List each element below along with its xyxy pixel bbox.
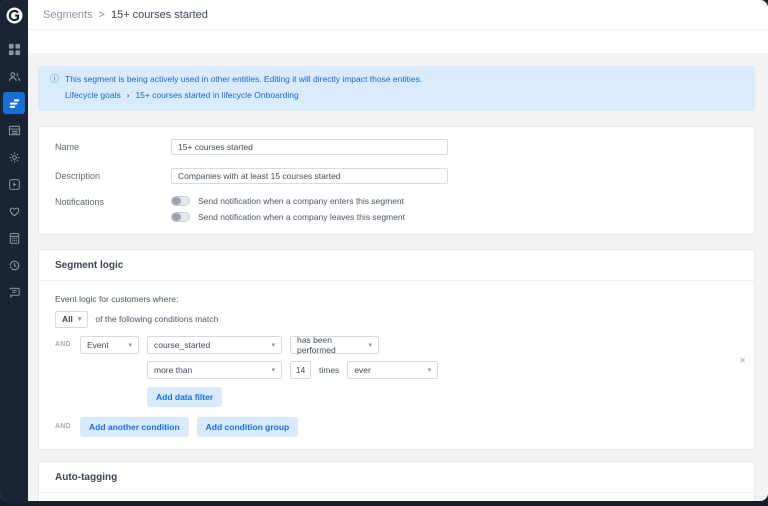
- lifecycle-usage-link[interactable]: 15+ courses started in lifecycle Onboard…: [135, 90, 298, 101]
- logic-intro-text: Event logic for customers where:: [55, 294, 738, 304]
- and-label: AND: [55, 341, 72, 348]
- heart-icon[interactable]: [3, 200, 25, 222]
- auto-tagging-title: Auto-tagging: [39, 462, 754, 493]
- notify-leaves-toggle[interactable]: [171, 212, 190, 222]
- match-mode-select[interactable]: All ▾: [55, 311, 88, 328]
- info-icon: ⓘ: [50, 74, 59, 85]
- auto-tagging-card: Auto-tagging Tag companies in this segme…: [38, 461, 755, 501]
- caret-down-icon: ▾: [428, 366, 432, 374]
- description-input[interactable]: [171, 168, 448, 184]
- performed-select[interactable]: has been performed ▾: [290, 336, 379, 354]
- apps-grid-icon[interactable]: [3, 38, 25, 60]
- play-icon[interactable]: [3, 173, 25, 195]
- and-label: AND: [55, 423, 72, 430]
- count-input[interactable]: [290, 361, 311, 379]
- times-label: times: [319, 365, 339, 375]
- gear-icon[interactable]: [3, 146, 25, 168]
- sub-header-strip: [28, 30, 768, 53]
- segment-details-card: Name Description Notifications Send noti…: [38, 126, 755, 235]
- remove-condition-icon[interactable]: ✕: [739, 357, 746, 365]
- history-icon[interactable]: [3, 254, 25, 276]
- event-name-select[interactable]: course_started ▾: [147, 336, 282, 354]
- notify-enters-label: Send notification when a company enters …: [198, 196, 404, 206]
- top-bar: Segments > 15+ courses started: [28, 0, 768, 30]
- calculator-icon[interactable]: [3, 227, 25, 249]
- condition-row-1: AND Event ▾ course_started ▾ has been pe…: [55, 336, 738, 354]
- notify-leaves-label: Send notification when a company leaves …: [198, 212, 405, 222]
- banner-separator: ›: [127, 91, 130, 102]
- usage-warning-banner: ⓘ This segment is being actively used in…: [38, 66, 755, 111]
- add-condition-group-button[interactable]: Add condition group: [197, 417, 299, 437]
- condition-row-2: more than ▾ times ever ▾: [147, 361, 738, 379]
- add-another-condition-button[interactable]: Add another condition: [80, 417, 189, 437]
- caret-down-icon: ▾: [368, 341, 372, 349]
- condition-type-select[interactable]: Event ▾: [80, 336, 139, 354]
- banner-message: This segment is being actively used in o…: [65, 74, 422, 85]
- caret-down-icon: ▾: [271, 341, 275, 349]
- caret-down-icon: ▾: [271, 366, 275, 374]
- breadcrumb-separator: >: [99, 9, 105, 21]
- add-data-filter-button[interactable]: Add data filter: [147, 387, 222, 407]
- segment-logic-title: Segment logic: [39, 250, 754, 281]
- breadcrumb-current: 15+ courses started: [111, 9, 208, 21]
- notifications-label: Notifications: [55, 196, 171, 207]
- main-area: Segments > 15+ courses started ⓘ This se…: [28, 0, 768, 501]
- match-suffix-text: of the following conditions match: [95, 314, 218, 324]
- app-window: Segments > 15+ courses started ⓘ This se…: [0, 0, 768, 501]
- name-label: Name: [55, 142, 171, 152]
- notify-enters-toggle[interactable]: [171, 196, 190, 206]
- app-logo-icon[interactable]: [6, 7, 23, 24]
- sidebar: [0, 0, 28, 501]
- breadcrumb: Segments > 15+ courses started: [43, 9, 208, 21]
- list-icon[interactable]: [3, 119, 25, 141]
- period-select[interactable]: ever ▾: [347, 361, 438, 379]
- sidebar-item-segments[interactable]: [3, 92, 25, 114]
- content-area: ⓘ This segment is being actively used in…: [28, 53, 768, 501]
- comparator-select[interactable]: more than ▾: [147, 361, 282, 379]
- name-input[interactable]: [171, 139, 448, 155]
- chat-icon[interactable]: [3, 281, 25, 303]
- segment-logic-card: Segment logic Event logic for customers …: [38, 249, 755, 450]
- caret-down-icon: ▾: [78, 315, 82, 323]
- caret-down-icon: ▾: [128, 341, 132, 349]
- users-icon[interactable]: [3, 65, 25, 87]
- lifecycle-goals-link[interactable]: Lifecycle goals: [65, 90, 121, 101]
- breadcrumb-segments-link[interactable]: Segments: [43, 9, 93, 21]
- description-label: Description: [55, 171, 171, 181]
